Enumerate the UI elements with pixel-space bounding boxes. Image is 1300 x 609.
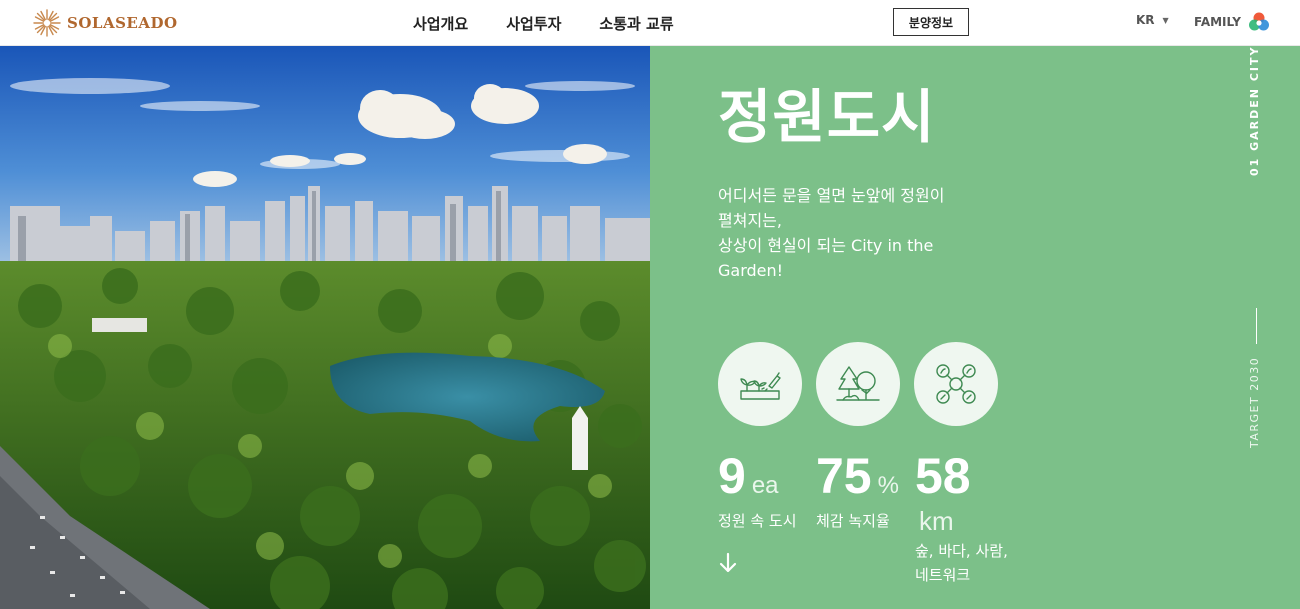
family-label: FAMILY bbox=[1194, 15, 1241, 29]
site-logo[interactable]: SOLASEADO bbox=[32, 7, 178, 39]
forest-trees-icon bbox=[816, 342, 900, 426]
stat-label: 네트워크 bbox=[915, 566, 971, 584]
city-aerial-photo bbox=[0, 46, 650, 609]
main-nav: 사업개요 사업투자 소통과 교류 bbox=[413, 0, 712, 46]
hero-description: 어디서든 문을 열면 눈앞에 정원이 펼쳐지는, 상상이 현실이 되는 City… bbox=[718, 183, 968, 283]
description-line: 상상이 현실이 되는 City in the bbox=[718, 236, 934, 255]
target-label: TARGET 2030 bbox=[1248, 356, 1261, 448]
garden-city-panel: 정원도시 어디서든 문을 열면 눈앞에 정원이 펼쳐지는, 상상이 현실이 되는… bbox=[650, 46, 1300, 609]
section-label: 01 GARDEN CITY bbox=[1248, 45, 1261, 176]
nav-item-communication[interactable]: 소통과 교류 bbox=[599, 13, 673, 34]
section-divider bbox=[1256, 308, 1257, 344]
logo-text: SOLASEADO bbox=[67, 14, 178, 32]
description-line: 펼쳐지는, bbox=[718, 211, 782, 230]
network-nodes-icon bbox=[914, 342, 998, 426]
family-sites-menu[interactable]: FAMILY bbox=[1194, 8, 1270, 36]
nav-item-business-investment[interactable]: 사업투자 bbox=[506, 13, 561, 34]
stat-label: 숲, 바다, 사람, bbox=[915, 542, 1008, 560]
stat-label: 정원 속 도시 bbox=[718, 512, 797, 530]
caret-down-icon: ▼ bbox=[1162, 15, 1169, 25]
description-line: Garden! bbox=[718, 261, 784, 280]
feature-icons bbox=[718, 342, 998, 426]
stat-value: 9 bbox=[718, 448, 746, 504]
stat-value: 75 bbox=[816, 448, 872, 504]
description-line: 어디서든 문을 열면 눈앞에 정원이 bbox=[718, 186, 945, 205]
stat-green-ratio: 75% 체감 녹지율 bbox=[816, 446, 899, 534]
stat-label: 체감 녹지율 bbox=[816, 512, 890, 530]
language-selector[interactable]: KR ▼ bbox=[1136, 13, 1169, 27]
arrow-down-icon[interactable] bbox=[718, 552, 738, 578]
sun-logo-icon bbox=[33, 9, 61, 37]
nav-item-business-overview[interactable]: 사업개요 bbox=[413, 13, 468, 34]
page-title: 정원도시 bbox=[718, 83, 936, 151]
stat-unit: km bbox=[919, 506, 954, 536]
language-label: KR bbox=[1136, 13, 1155, 27]
section-indicator: 01 GARDEN CITY TARGET 2030 bbox=[1248, 46, 1268, 609]
family-logo-icon bbox=[1248, 12, 1269, 31]
stat-garden-cities: 9 ea 정원 속 도시 bbox=[718, 446, 797, 534]
stat-value: 58 bbox=[915, 448, 971, 504]
top-header: SOLASEADO 사업개요 사업투자 소통과 교류 분양정보 KR ▼ FAM… bbox=[0, 0, 1300, 46]
stat-unit: ea bbox=[751, 472, 779, 499]
stat-unit: % bbox=[877, 472, 899, 499]
seedling-planter-icon bbox=[718, 342, 802, 426]
stat-network-km: 58 km 숲, 바다, 사람, 네트워크 bbox=[915, 446, 1008, 588]
sale-info-button[interactable]: 분양정보 bbox=[893, 8, 969, 36]
